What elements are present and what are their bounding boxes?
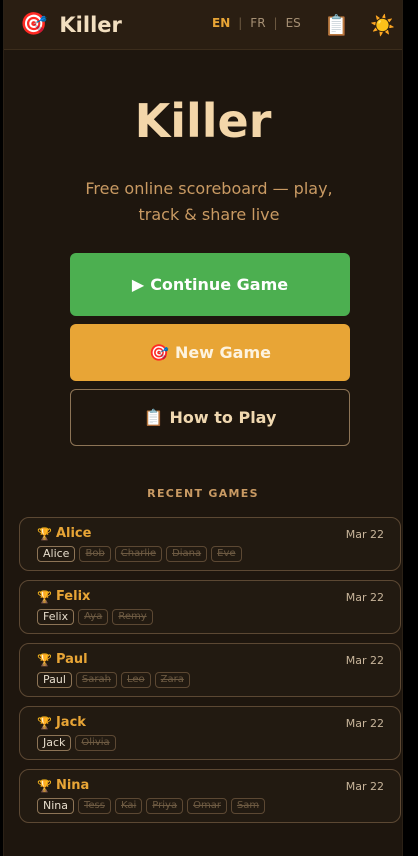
winner: 🏆 Felix <box>37 589 90 604</box>
continue-game-button[interactable]: ▶ Continue Game <box>70 253 350 316</box>
trophy-icon: 🏆 <box>37 778 52 793</box>
player-chip-winner: Paul <box>37 672 72 688</box>
winner: 🏆 Jack <box>37 715 86 730</box>
game-card[interactable]: 🏆 Jack Mar 22 Jack Olivia <box>19 706 401 760</box>
winner-name: Paul <box>55 652 88 667</box>
player-chip-eliminated: Aya <box>78 609 109 625</box>
target-icon: 🎯 <box>149 343 169 362</box>
winner: 🏆 Alice <box>37 526 91 541</box>
winner-name: Alice <box>55 526 92 541</box>
sun-icon[interactable]: ☀️ <box>370 12 395 38</box>
game-card[interactable]: 🏆 Felix Mar 22 Felix Aya Remy <box>19 580 401 634</box>
player-chip-winner: Jack <box>37 735 72 751</box>
app-container: 🎯 Killer EN | FR | ES 📋 ☀️ Killer Free o… <box>3 0 403 856</box>
winner-name: Jack <box>55 715 86 730</box>
player-chip-eliminated: Kai <box>114 798 143 814</box>
game-date: Mar 22 <box>345 780 384 793</box>
player-chip-eliminated: Remy <box>112 609 153 625</box>
player-chip-eliminated: Charlie <box>114 546 163 562</box>
winner-name: Felix <box>55 589 91 604</box>
player-chip-eliminated: Priya <box>146 798 184 814</box>
recent-games-list: 🏆 Alice Mar 22 Alice Bob Charlie Diana Eve 🏆 Feli… <box>19 517 401 832</box>
trophy-icon: 🏆 <box>37 652 52 667</box>
winner-name: Nina <box>55 778 90 793</box>
top-bar: 🎯 Killer EN | FR | ES 📋 ☀️ <box>4 0 402 50</box>
winner: 🏆 Nina <box>37 778 89 793</box>
player-chip-eliminated: Diana <box>166 546 208 562</box>
player-chip-winner: Nina <box>37 798 74 814</box>
brand-title: Killer <box>59 13 122 37</box>
game-date: Mar 22 <box>345 591 384 604</box>
player-chip-eliminated: Leo <box>120 672 151 688</box>
clipboard-icon: 📋 <box>143 408 164 427</box>
clipboard-icon[interactable]: 📋 <box>324 12 349 38</box>
game-card[interactable]: 🏆 Paul Mar 22 Paul Sarah Leo Zara <box>19 643 401 697</box>
lang-divider: | <box>238 16 243 30</box>
game-card[interactable]: 🏆 Nina Mar 22 Nina Tess Kai Priya Omar Sam <box>19 769 401 823</box>
player-chip-eliminated: Zara <box>154 672 190 688</box>
player-chip-winner: Felix <box>37 609 75 625</box>
game-card[interactable]: 🏆 Alice Mar 22 Alice Bob Charlie Diana Eve <box>19 517 401 571</box>
player-chips: Paul Sarah Leo Zara <box>37 672 194 688</box>
language-switcher: EN | FR | ES <box>212 16 301 30</box>
page-subtitle: Free online scoreboard — play, track & s… <box>85 179 333 224</box>
continue-game-label: Continue Game <box>150 275 289 294</box>
brand[interactable]: 🎯 Killer <box>20 10 122 40</box>
player-chips: Felix Aya Remy <box>37 609 157 625</box>
lang-en[interactable]: EN <box>212 16 230 30</box>
play-icon: ▶ <box>131 275 145 294</box>
player-chip-eliminated: Omar <box>187 798 227 814</box>
winner: 🏆 Paul <box>37 652 88 667</box>
trophy-icon: 🏆 <box>37 715 52 730</box>
player-chip-eliminated: Tess <box>78 798 111 814</box>
player-chip-eliminated: Bob <box>79 546 111 562</box>
target-icon: 🎯 <box>20 12 48 37</box>
new-game-label: New Game <box>174 343 271 362</box>
player-chips: Nina Tess Kai Priya Omar Sam <box>37 798 269 814</box>
player-chip-eliminated: Sarah <box>75 672 117 688</box>
trophy-icon: 🏆 <box>37 589 52 604</box>
player-chips: Alice Bob Charlie Diana Eve <box>37 546 246 562</box>
how-to-play-button[interactable]: 📋 How to Play <box>70 389 350 446</box>
game-date: Mar 22 <box>345 654 384 667</box>
lang-es[interactable]: ES <box>286 16 301 30</box>
game-date: Mar 22 <box>345 528 384 541</box>
recent-games-heading: RECENT GAMES <box>147 487 259 500</box>
player-chip-winner: Alice <box>37 546 76 562</box>
game-date: Mar 22 <box>345 717 384 730</box>
new-game-button[interactable]: 🎯 New Game <box>70 324 350 381</box>
how-to-play-label: How to Play <box>169 408 277 427</box>
lang-fr[interactable]: FR <box>250 16 265 30</box>
page-title: Killer <box>134 94 272 148</box>
player-chip-eliminated: Sam <box>230 798 266 814</box>
player-chip-eliminated: Olivia <box>75 735 116 751</box>
player-chips: Jack Olivia <box>37 735 120 751</box>
lang-divider: | <box>273 16 278 30</box>
trophy-icon: 🏆 <box>37 526 52 541</box>
player-chip-eliminated: Eve <box>211 546 242 562</box>
